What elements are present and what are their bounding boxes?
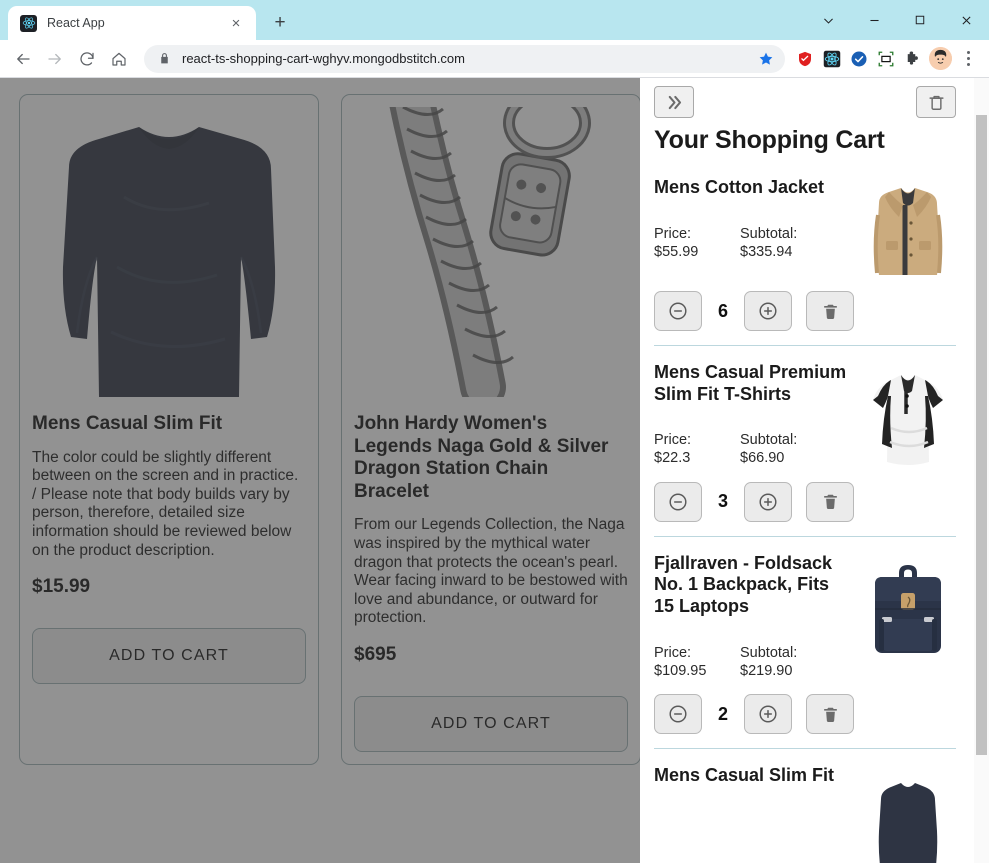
- cart-scrollbar[interactable]: [974, 78, 989, 863]
- subtotal-label: Subtotal:: [740, 225, 798, 242]
- price-value: $22.3: [654, 450, 691, 467]
- cart-item-name: Mens Casual Premium Slim Fit T-Shirts: [654, 362, 847, 404]
- increment-quantity-button[interactable]: [744, 694, 792, 735]
- tab-strip: React App × +: [0, 0, 989, 40]
- checkmark-extension-icon[interactable]: [845, 45, 872, 72]
- cart-item: Fjallraven - Foldsack No. 1 Backpack, Fi…: [654, 535, 956, 748]
- tab-title: React App: [47, 16, 105, 30]
- increment-quantity-button[interactable]: [744, 481, 792, 522]
- cart-item-quantity-controls: 2: [654, 694, 956, 735]
- cart-item-quantity-controls: 3: [654, 481, 956, 522]
- close-icon[interactable]: ×: [226, 13, 246, 33]
- trash-icon: [823, 304, 837, 319]
- decrement-quantity-button[interactable]: [654, 291, 702, 331]
- white-black-raglan-tshirt-image: [860, 362, 956, 482]
- subtotal-label: Subtotal:: [740, 432, 798, 449]
- puzzle-extensions-icon[interactable]: [899, 45, 926, 72]
- close-window-icon[interactable]: [943, 4, 989, 36]
- forward-icon[interactable]: [40, 44, 70, 74]
- window-controls: [805, 0, 989, 40]
- shopping-cart-drawer: Your Shopping Cart Mens Cotton Jacket Pr…: [640, 78, 989, 863]
- cart-item-name: Mens Casual Slim Fit: [654, 765, 835, 786]
- cart-item-subtotal: Subtotal: $219.90: [740, 644, 826, 681]
- subtotal-value: $219.90: [740, 662, 793, 679]
- address-bar[interactable]: react-ts-shopping-cart-wghyv.mongodbstit…: [144, 44, 785, 73]
- avatar[interactable]: [929, 47, 952, 70]
- cart-item-price: Price: $109.95: [654, 644, 740, 681]
- cart-scrollbar-thumb[interactable]: [976, 115, 987, 755]
- browser-window: React App × + react-ts-shopping-cart-wgh…: [0, 0, 989, 863]
- star-icon[interactable]: [753, 51, 779, 67]
- shopping-cart-content: Your Shopping Cart Mens Cotton Jacket Pr…: [640, 78, 974, 863]
- screenshot-extension-icon[interactable]: [872, 45, 899, 72]
- cart-item-name: Fjallraven - Foldsack No. 1 Backpack, Fi…: [654, 552, 833, 616]
- browser-tab[interactable]: React App ×: [8, 6, 256, 40]
- cart-item-subtotal: Subtotal: $66.90: [740, 431, 826, 468]
- remove-item-button[interactable]: [806, 481, 854, 522]
- increment-quantity-button[interactable]: [744, 291, 792, 331]
- cart-item-price: Price: $22.3: [654, 431, 740, 468]
- minimize-icon[interactable]: [851, 4, 897, 36]
- product-grid-region: ADD TO CART ADD TO CART: [0, 78, 640, 863]
- cart-item-pricing: Price: $55.99 Subtotal: $335.94: [654, 225, 852, 262]
- minus-circle-icon: [669, 705, 687, 723]
- page-viewport: ADD TO CART ADD TO CART: [0, 78, 989, 863]
- page-title: Your Shopping Cart: [654, 126, 885, 154]
- subtotal-label: Subtotal:: [740, 644, 798, 661]
- minus-circle-icon: [669, 493, 687, 511]
- price-value: $109.95: [654, 662, 707, 679]
- reload-icon[interactable]: [72, 44, 102, 74]
- cart-item: Mens Casual Premium Slim Fit T-Shirts Pr…: [654, 345, 956, 536]
- react-devtools-icon[interactable]: [818, 45, 845, 72]
- cart-item-pricing: Price: $109.95 Subtotal: $219.90: [654, 644, 852, 681]
- decrement-quantity-button[interactable]: [654, 694, 702, 735]
- plus-circle-icon: [759, 302, 777, 320]
- cart-backdrop-overlay[interactable]: [0, 78, 640, 863]
- cart-item-subtotal: Subtotal: $335.94: [740, 225, 826, 262]
- cart-item-quantity: 3: [717, 491, 728, 512]
- remove-item-button[interactable]: [806, 291, 854, 331]
- cart-item-pricing: Price: $22.3 Subtotal: $66.90: [654, 431, 852, 468]
- clear-cart-button[interactable]: [916, 86, 956, 118]
- navy-slim-fit-shirt-image: [860, 765, 956, 863]
- new-tab-button[interactable]: +: [266, 8, 294, 36]
- cart-item-name: Mens Cotton Jacket: [654, 177, 825, 197]
- tan-cotton-jacket-image: [860, 177, 956, 291]
- subtotal-value: $335.94: [740, 243, 793, 260]
- trash-icon: [823, 494, 837, 510]
- trash-icon: [823, 707, 837, 722]
- cart-item-quantity: 2: [717, 703, 728, 724]
- kebab-menu-icon[interactable]: [955, 51, 981, 66]
- url-text: react-ts-shopping-cart-wghyv.mongodbstit…: [182, 51, 465, 66]
- price-label: Price:: [654, 225, 692, 242]
- price-value: $55.99: [654, 243, 699, 260]
- decrement-quantity-button[interactable]: [654, 481, 702, 522]
- price-label: Price:: [654, 644, 692, 661]
- cart-header: [654, 86, 956, 120]
- cart-item-quantity-controls: 6: [654, 291, 956, 331]
- shield-extension-icon[interactable]: [791, 45, 818, 72]
- subtotal-value: $66.90: [740, 450, 785, 467]
- price-label: Price:: [654, 432, 692, 449]
- cart-item: Mens Casual Slim Fit: [654, 748, 956, 863]
- remove-item-button[interactable]: [806, 694, 854, 735]
- cart-item-quantity: 6: [717, 300, 728, 321]
- react-logo-icon: [20, 14, 37, 32]
- minus-circle-icon: [669, 302, 687, 320]
- back-icon[interactable]: [8, 44, 38, 74]
- plus-circle-icon: [759, 705, 777, 723]
- browser-toolbar: react-ts-shopping-cart-wghyv.mongodbstit…: [0, 40, 989, 78]
- navy-foldsack-backpack-image: [860, 553, 956, 694]
- collapse-cart-button[interactable]: [654, 86, 694, 118]
- cart-item-price: Price: $55.99: [654, 225, 740, 262]
- home-icon[interactable]: [104, 44, 134, 74]
- cart-item: Mens Cotton Jacket Price: $55.99 Subtota…: [654, 177, 956, 345]
- trash-icon: [928, 95, 944, 110]
- chevron-down-icon[interactable]: [805, 4, 851, 36]
- double-chevron-right-icon: [668, 95, 681, 109]
- maximize-icon[interactable]: [897, 4, 943, 36]
- lock-icon: [158, 52, 172, 66]
- plus-circle-icon: [759, 493, 777, 511]
